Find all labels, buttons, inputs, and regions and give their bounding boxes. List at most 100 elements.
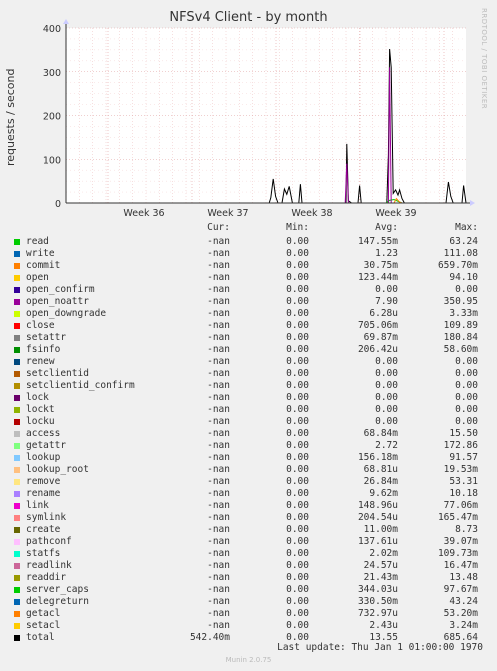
legend-max: 659.70m bbox=[437, 260, 478, 271]
legend-swatch bbox=[14, 347, 20, 353]
legend-name: setattr bbox=[26, 332, 67, 343]
x-tick-label: Week 37 bbox=[207, 208, 248, 219]
legend-min: 0.00 bbox=[286, 524, 309, 535]
legend-cur: -nan bbox=[207, 524, 230, 535]
legend-row-lockt: lockt -nan 0.00 0.00 0.00 bbox=[0, 404, 497, 416]
legend-swatch bbox=[14, 251, 20, 257]
legend-name: access bbox=[26, 428, 61, 439]
legend-min: 0.00 bbox=[286, 500, 309, 511]
legend-row-setacl: setacl -nan 0.00 2.43u 3.24m bbox=[0, 620, 497, 632]
x-tick-label: Week 36 bbox=[123, 208, 164, 219]
x-tick-label: Week 38 bbox=[291, 208, 332, 219]
legend-avg: 26.84m bbox=[363, 476, 398, 487]
legend-cur: -nan bbox=[207, 404, 230, 415]
y-tick-label: 200 bbox=[43, 112, 61, 123]
legend-avg: 68.84m bbox=[363, 428, 398, 439]
legend-row-access: access -nan 0.00 68.84m 15.50 bbox=[0, 428, 497, 440]
legend-swatch bbox=[14, 443, 20, 449]
legend-max: 10.18 bbox=[449, 488, 478, 499]
legend-cur: -nan bbox=[207, 452, 230, 463]
legend-avg: 68.81u bbox=[363, 464, 398, 475]
legend-row-create: create -nan 0.00 11.00m 8.73 bbox=[0, 524, 497, 536]
legend-cur: -nan bbox=[207, 440, 230, 451]
legend-min: 0.00 bbox=[286, 308, 309, 319]
legend-swatch bbox=[14, 263, 20, 269]
legend-swatch bbox=[14, 527, 20, 533]
legend-max: 0.00 bbox=[455, 380, 478, 391]
legend-row-server-caps: server_caps -nan 0.00 344.03u 97.67m bbox=[0, 584, 497, 596]
legend-max: 63.24 bbox=[449, 236, 478, 247]
y-tick-label: 0 bbox=[55, 199, 61, 210]
legend-row-setattr: setattr -nan 0.00 69.87m 180.84 bbox=[0, 332, 497, 344]
legend-max: 350.95 bbox=[443, 296, 478, 307]
legend-name: setclientid bbox=[26, 368, 89, 379]
legend-row-renew: renew -nan 0.00 0.00 0.00 bbox=[0, 356, 497, 368]
legend-name: locku bbox=[26, 416, 55, 427]
legend-swatch bbox=[14, 383, 20, 389]
legend-avg: 330.50m bbox=[357, 596, 398, 607]
y-tick-label: 100 bbox=[43, 155, 61, 166]
legend-max: 3.33m bbox=[449, 308, 478, 319]
legend-swatch bbox=[14, 359, 20, 365]
legend-avg: 7.90 bbox=[375, 296, 398, 307]
legend-avg: 0.00 bbox=[375, 416, 398, 427]
legend-row-lock: lock -nan 0.00 0.00 0.00 bbox=[0, 392, 497, 404]
legend-name: setclientid_confirm bbox=[26, 380, 135, 391]
legend-avg: 123.44m bbox=[357, 272, 398, 283]
legend-row-remove: remove -nan 0.00 26.84m 53.31 bbox=[0, 476, 497, 488]
legend-avg: 0.00 bbox=[375, 356, 398, 367]
legend-min: 0.00 bbox=[286, 356, 309, 367]
legend-name: open bbox=[26, 272, 49, 283]
x-axis-arrow bbox=[470, 200, 475, 206]
legend-cur: -nan bbox=[207, 488, 230, 499]
legend-max: 180.84 bbox=[443, 332, 478, 343]
header-min: Min: bbox=[286, 222, 309, 233]
legend-name: statfs bbox=[26, 548, 61, 559]
legend-max: 172.86 bbox=[443, 440, 478, 451]
legend-cur: -nan bbox=[207, 620, 230, 631]
legend-max: 77.06m bbox=[443, 500, 478, 511]
legend-max: 0.00 bbox=[455, 356, 478, 367]
legend-avg: 2.72 bbox=[375, 440, 398, 451]
legend-cur: -nan bbox=[207, 536, 230, 547]
legend-min: 0.00 bbox=[286, 380, 309, 391]
legend-swatch bbox=[14, 611, 20, 617]
legend-avg: 69.87m bbox=[363, 332, 398, 343]
legend-name: open_confirm bbox=[26, 284, 95, 295]
legend-min: 0.00 bbox=[286, 476, 309, 487]
legend-cur: -nan bbox=[207, 368, 230, 379]
legend-min: 0.00 bbox=[286, 428, 309, 439]
legend-swatch bbox=[14, 467, 20, 473]
legend-swatch bbox=[14, 539, 20, 545]
legend-min: 0.00 bbox=[286, 596, 309, 607]
legend-min: 0.00 bbox=[286, 392, 309, 403]
legend-swatch bbox=[14, 323, 20, 329]
legend-max: 19.53m bbox=[443, 464, 478, 475]
legend-min: 0.00 bbox=[286, 404, 309, 415]
legend-avg: 6.28u bbox=[369, 308, 398, 319]
legend-max: 165.47m bbox=[437, 512, 478, 523]
legend-cur: -nan bbox=[207, 320, 230, 331]
legend-name: setacl bbox=[26, 620, 61, 631]
legend-swatch bbox=[14, 455, 20, 461]
legend-row-pathconf: pathconf -nan 0.00 137.61u 39.07m bbox=[0, 536, 497, 548]
legend-avg: 2.43u bbox=[369, 620, 398, 631]
legend-avg: 137.61u bbox=[357, 536, 398, 547]
legend-swatch bbox=[14, 419, 20, 425]
legend-max: 0.00 bbox=[455, 368, 478, 379]
legend-cur: -nan bbox=[207, 272, 230, 283]
legend-swatch bbox=[14, 551, 20, 557]
legend-min: 0.00 bbox=[286, 248, 309, 259]
legend-cur: -nan bbox=[207, 464, 230, 475]
legend-swatch bbox=[14, 395, 20, 401]
legend-avg: 147.55m bbox=[357, 236, 398, 247]
legend-cur: -nan bbox=[207, 308, 230, 319]
legend-max: 91.57 bbox=[449, 452, 478, 463]
legend-name: readlink bbox=[26, 560, 72, 571]
legend-row-getattr: getattr -nan 0.00 2.72 172.86 bbox=[0, 440, 497, 452]
legend-min: 0.00 bbox=[286, 512, 309, 523]
legend-cur: -nan bbox=[207, 332, 230, 343]
legend-avg: 156.18m bbox=[357, 452, 398, 463]
legend-min: 0.00 bbox=[286, 284, 309, 295]
legend-avg: 204.54u bbox=[357, 512, 398, 523]
